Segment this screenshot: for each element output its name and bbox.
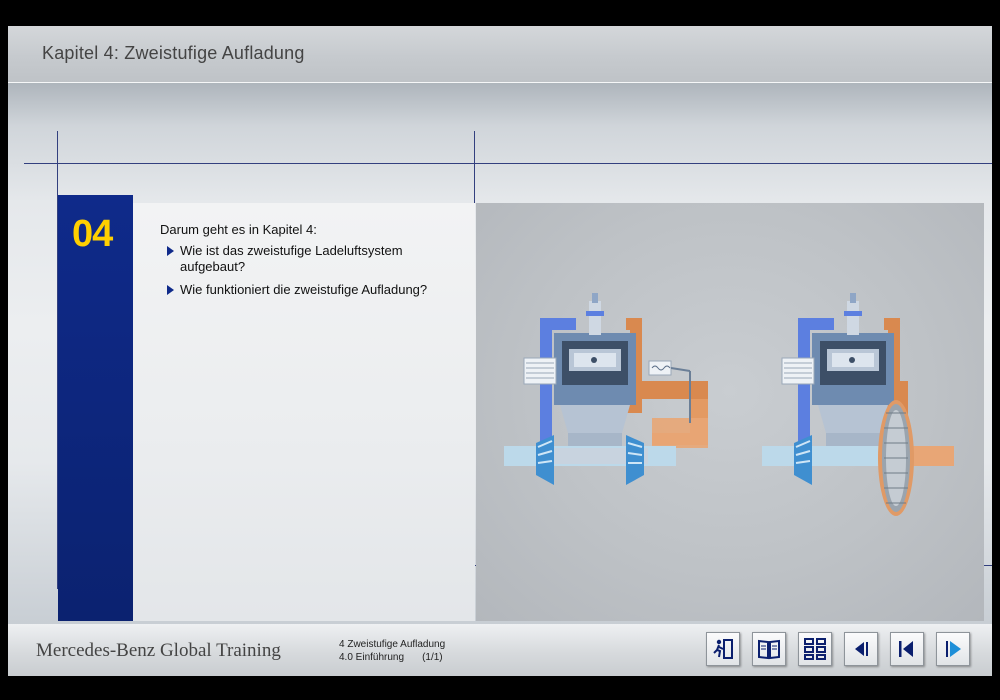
glossary-button[interactable] [752, 632, 786, 666]
engine-with-turbo-and-compressor-wheel-diagram [762, 293, 954, 516]
training-window: Kapitel 4: Zweistufige Aufladung 04 Daru… [8, 26, 992, 676]
objectives-list: Wie ist das zweistufige Ladeluftsystem a… [165, 243, 455, 305]
page-indicator: (1/1) [422, 652, 443, 663]
section-label: 4 Zweistufige Aufladung [339, 639, 446, 650]
engine-diagram-left [504, 293, 954, 516]
previous-arrow-icon [855, 642, 868, 656]
back-to-start-button[interactable] [890, 632, 924, 666]
objective-text: Wie funktioniert die zweistufige Aufladu… [180, 282, 428, 297]
exit-button[interactable] [706, 632, 740, 666]
previous-button[interactable] [844, 632, 878, 666]
next-arrow-icon [946, 641, 961, 657]
bullet-arrow-icon [167, 285, 174, 295]
next-button[interactable] [936, 632, 970, 666]
sitemap-button[interactable] [798, 632, 832, 666]
footer-bar: Mercedes-Benz Global Training 4 Zweistuf… [8, 624, 992, 676]
chapter-number: 04 [72, 213, 113, 255]
brand-name: Mercedes-Benz Global Training [36, 640, 281, 661]
header-bar: Kapitel 4: Zweistufige Aufladung [8, 26, 992, 82]
illustration-panel [476, 203, 984, 621]
page-title: Kapitel 4: Zweistufige Aufladung [42, 43, 305, 63]
list-item: Wie funktioniert die zweistufige Aufladu… [165, 282, 455, 298]
slide-stage: 04 Darum geht es in Kapitel 4: Wie ist d… [8, 83, 992, 624]
list-item: Wie ist das zweistufige Ladeluftsystem a… [165, 243, 455, 275]
exit-icon [713, 639, 733, 659]
glossary-book-icon [758, 639, 780, 660]
bullet-arrow-icon [167, 246, 174, 256]
objective-text: Wie ist das zweistufige Ladeluftsystem a… [180, 243, 403, 274]
subsection-label: 4.0 Einführung [339, 652, 405, 663]
sitemap-icon [804, 638, 826, 660]
chapter-sidebar: 04 [58, 195, 133, 621]
chapter-text-panel: Darum geht es in Kapitel 4: Wie ist das … [133, 203, 475, 621]
subsection-line: 4.0 Einführung (1/1) [339, 651, 445, 664]
guide-line-top [24, 163, 992, 164]
navigation-toolbar [706, 632, 970, 666]
location-info: 4 Zweistufige Aufladung 4.0 Einführung (1… [339, 638, 445, 664]
back-to-start-icon [899, 641, 913, 657]
chapter-intro: Darum geht es in Kapitel 4: [160, 222, 317, 237]
engine-with-turbo-and-wastegate-diagram [504, 293, 708, 485]
